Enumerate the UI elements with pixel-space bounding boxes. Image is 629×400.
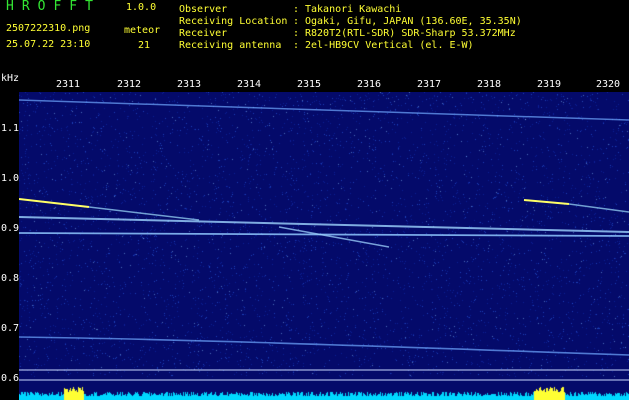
carrier-trace xyxy=(19,336,629,356)
meteor-label: meteor xyxy=(124,25,161,36)
app-version: 1.0.0 xyxy=(126,2,157,13)
info-colon: : xyxy=(293,4,300,15)
meteor-count: 21 xyxy=(138,40,151,51)
info-label: Receiving antenna xyxy=(179,40,282,51)
meteor-echo-trace xyxy=(278,226,390,248)
info-label: Observer xyxy=(179,4,228,15)
meteor-echo-trace xyxy=(19,198,90,208)
info-colon: : xyxy=(293,16,300,27)
carrier-trace xyxy=(19,99,629,121)
minute-label: 2314 xyxy=(237,79,262,90)
frequency-label: 0.6 xyxy=(1,373,20,384)
info-label: Receiver xyxy=(179,28,228,39)
spectrogram-noise-floor xyxy=(19,380,629,400)
frequency-unit-label: kHz xyxy=(1,73,20,84)
info-label: Receiving Location xyxy=(179,16,288,27)
minute-label: 2311 xyxy=(56,79,81,90)
meteor-echo-trace xyxy=(523,199,570,205)
minute-label: 2317 xyxy=(417,79,442,90)
info-colon: : xyxy=(293,28,300,39)
meteor-echo-trace xyxy=(88,206,200,221)
capture-datetime: 25.07.22 23:10 xyxy=(6,39,91,50)
frequency-label: 0.7 xyxy=(1,323,20,334)
minute-label: 2313 xyxy=(177,79,202,90)
spectrogram-plot xyxy=(19,92,629,400)
info-value: 2el-HB9CV Vertical (el. E-W) xyxy=(305,40,474,51)
minute-label: 2320 xyxy=(596,79,621,90)
info-colon: : xyxy=(293,40,300,51)
meteor-echo-trace xyxy=(568,203,629,213)
file-name: 2507222310.png xyxy=(6,23,91,34)
spectrogram-traces xyxy=(19,99,629,381)
minute-label: 2319 xyxy=(537,79,562,90)
carrier-trace xyxy=(19,216,629,233)
hrofft-screen: HROFFT 1.0.0 2507222310.png meteor 25.07… xyxy=(0,0,629,400)
info-value: R820T2(RTL-SDR) SDR-Sharp 53.372MHz xyxy=(305,28,516,39)
minute-label: 2318 xyxy=(477,79,502,90)
frequency-label: 0.9 xyxy=(1,223,20,234)
app-title: HROFFT xyxy=(6,0,101,14)
info-value: Ogaki, Gifu, JAPAN (136.60E, 35.35N) xyxy=(305,16,522,27)
minute-label: 2312 xyxy=(117,79,142,90)
minute-label: 2315 xyxy=(297,79,322,90)
frequency-label: 1.1 xyxy=(1,123,20,134)
frequency-label: 1.0 xyxy=(1,173,20,184)
info-value: Takanori Kawachi xyxy=(305,4,402,15)
minute-label: 2316 xyxy=(357,79,382,90)
frequency-label: 0.8 xyxy=(1,273,20,284)
